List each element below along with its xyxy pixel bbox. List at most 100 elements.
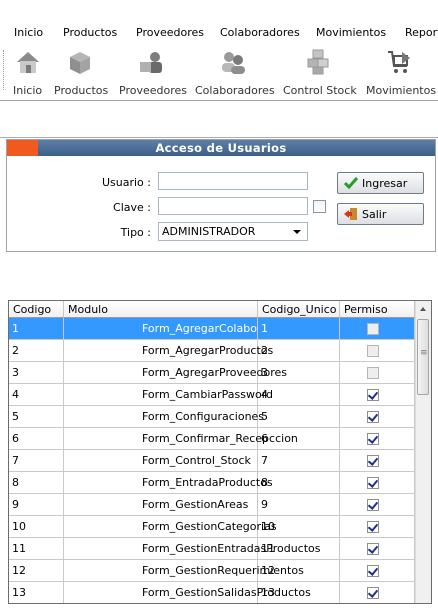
permiso-checkbox[interactable] [367,565,379,577]
cell-modulo[interactable]: Form_CambiarPassword [64,384,273,406]
permiso-checkbox[interactable] [367,345,379,357]
menu-proveedores[interactable]: Proveedores [136,26,204,39]
cell-modulo[interactable]: Form_GestionCategorias [64,516,277,538]
cell-permiso[interactable] [340,538,415,560]
cell-permiso[interactable] [340,450,415,472]
permiso-checkbox[interactable] [367,499,379,511]
tipo-select[interactable]: ADMINISTRADOR [158,222,308,241]
table-row[interactable]: 3 Form_AgregarProveedores 3 [9,362,415,384]
toolbar-colaboradores-button[interactable]: Colaboradores [195,48,275,97]
column-header-codigo[interactable]: Codigo [9,301,64,318]
cell-codigo[interactable]: 3 [9,362,64,384]
cell-permiso[interactable] [340,406,415,428]
cell-permiso[interactable] [340,516,415,538]
cell-codigo[interactable]: 9 [9,494,64,516]
column-header-permiso[interactable]: Permiso [340,301,415,318]
permiso-checkbox[interactable] [367,389,379,401]
permiso-checkbox[interactable] [367,543,379,555]
cell-permiso[interactable] [340,384,415,406]
cell-codigo-unico[interactable]: 3 [258,362,340,384]
permiso-checkbox[interactable] [367,367,379,379]
cell-codigo-unico[interactable]: 9 [258,494,340,516]
cell-codigo[interactable]: 11 [9,538,64,560]
cell-modulo[interactable]: Form_GestionRequerimientos [64,560,304,582]
table-row[interactable]: 2 Form_AgregarProductos 2 [9,340,415,362]
permiso-checkbox[interactable] [367,587,379,599]
cell-modulo[interactable]: Form_GestionAreas [64,494,258,516]
toolbar-control-stock-button[interactable]: Control Stock [283,48,357,97]
toolbar-movimientos-button[interactable]: Movimientos [366,48,436,97]
cell-codigo[interactable]: 13 [9,582,64,603]
permiso-checkbox[interactable] [367,411,379,423]
clave-input[interactable] [158,197,308,215]
cell-modulo[interactable]: Form_AgregarProveedores [64,362,287,384]
table-row[interactable]: 9 Form_GestionAreas 9 [9,494,415,516]
cell-permiso[interactable] [340,560,415,582]
table-row[interactable]: 10 Form_GestionCategorias 10 [9,516,415,538]
permiso-checkbox[interactable] [367,323,379,335]
table-row[interactable]: 8 Form_EntradaProductos 8 [9,472,415,494]
cell-permiso[interactable] [340,494,415,516]
cell-codigo-unico[interactable]: 11 [258,538,340,560]
table-row[interactable]: 5 Form_Configuraciones 5 [9,406,415,428]
cell-modulo[interactable]: Form_Configuraciones [64,406,264,428]
menu-inicio[interactable]: Inicio [14,26,43,39]
cell-codigo[interactable]: 5 [9,406,64,428]
table-row[interactable]: 11 Form_GestionEntradasProductos 11 [9,538,415,560]
table-row[interactable]: 7 Form_Control_Stock 7 [9,450,415,472]
cell-codigo-unico[interactable]: 1 [258,318,340,340]
cell-codigo[interactable]: 1 [9,318,64,340]
menu-productos[interactable]: Productos [63,26,117,39]
cell-permiso[interactable] [340,472,415,494]
table-row[interactable]: 6 Form_Confirmar_Recepccion 6 [9,428,415,450]
cell-codigo[interactable]: 8 [9,472,64,494]
cell-modulo[interactable]: Form_Control_Stock [64,450,258,472]
table-row[interactable]: 12 Form_GestionRequerimientos 12 [9,560,415,582]
cell-modulo[interactable]: Form_AgregarColaboradores [64,318,299,340]
cell-permiso[interactable] [340,340,415,362]
menu-colaboradores[interactable]: Colaboradores [220,26,300,39]
toolbar-inicio-button[interactable]: Inicio [13,48,42,97]
cell-permiso[interactable] [340,318,415,340]
vertical-scrollbar[interactable] [415,301,431,603]
table-row[interactable]: 4 Form_CambiarPassword 4 [9,384,415,406]
table-row[interactable]: 13 Form_GestionSalidasProductos 13 [9,582,415,603]
cell-modulo[interactable]: Form_GestionSalidasProductos [64,582,311,603]
salir-button[interactable]: Salir [337,203,424,225]
cell-codigo[interactable]: 2 [9,340,64,362]
scroll-up-arrow-icon[interactable] [416,301,431,317]
table-row[interactable]: 1 Form_AgregarColaboradores 1 [9,318,415,340]
permiso-checkbox[interactable] [367,521,379,533]
show-password-checkbox[interactable] [313,200,326,213]
cell-codigo-unico[interactable]: 5 [258,406,340,428]
toolbar-productos-button[interactable]: Productos [54,48,108,97]
cell-codigo[interactable]: 4 [9,384,64,406]
column-header-codigo-unico[interactable]: Codigo_Unico [258,301,340,318]
cell-permiso[interactable] [340,362,415,384]
cell-codigo-unico[interactable]: 12 [258,560,340,582]
cell-permiso[interactable] [340,582,415,603]
menu-reportes[interactable]: Report [405,26,438,39]
cell-codigo[interactable]: 6 [9,428,64,450]
usuario-input[interactable] [158,172,308,190]
cell-codigo[interactable]: 12 [9,560,64,582]
cell-codigo-unico[interactable]: 2 [258,340,340,362]
permiso-checkbox[interactable] [367,477,379,489]
ingresar-button[interactable]: Ingresar [337,172,424,194]
cell-codigo-unico[interactable]: 7 [258,450,340,472]
toolbar-proveedores-button[interactable]: Proveedores [119,48,187,97]
menu-movimientos[interactable]: Movimientos [316,26,386,39]
cell-codigo[interactable]: 7 [9,450,64,472]
cell-modulo[interactable]: Form_GestionEntradasProductos [64,538,320,560]
cell-codigo[interactable]: 10 [9,516,64,538]
toolbar-grip[interactable] [3,50,6,90]
scroll-thumb[interactable] [417,319,429,395]
cell-modulo[interactable]: Form_Confirmar_Recepccion [64,428,298,450]
permiso-checkbox[interactable] [367,455,379,467]
cell-modulo[interactable]: Form_EntradaProductos [64,472,273,494]
permiso-checkbox[interactable] [367,433,379,445]
cell-codigo-unico[interactable]: 8 [258,472,340,494]
cell-codigo-unico[interactable]: 10 [258,516,340,538]
cell-permiso[interactable] [340,428,415,450]
cell-codigo-unico[interactable]: 13 [258,582,340,603]
